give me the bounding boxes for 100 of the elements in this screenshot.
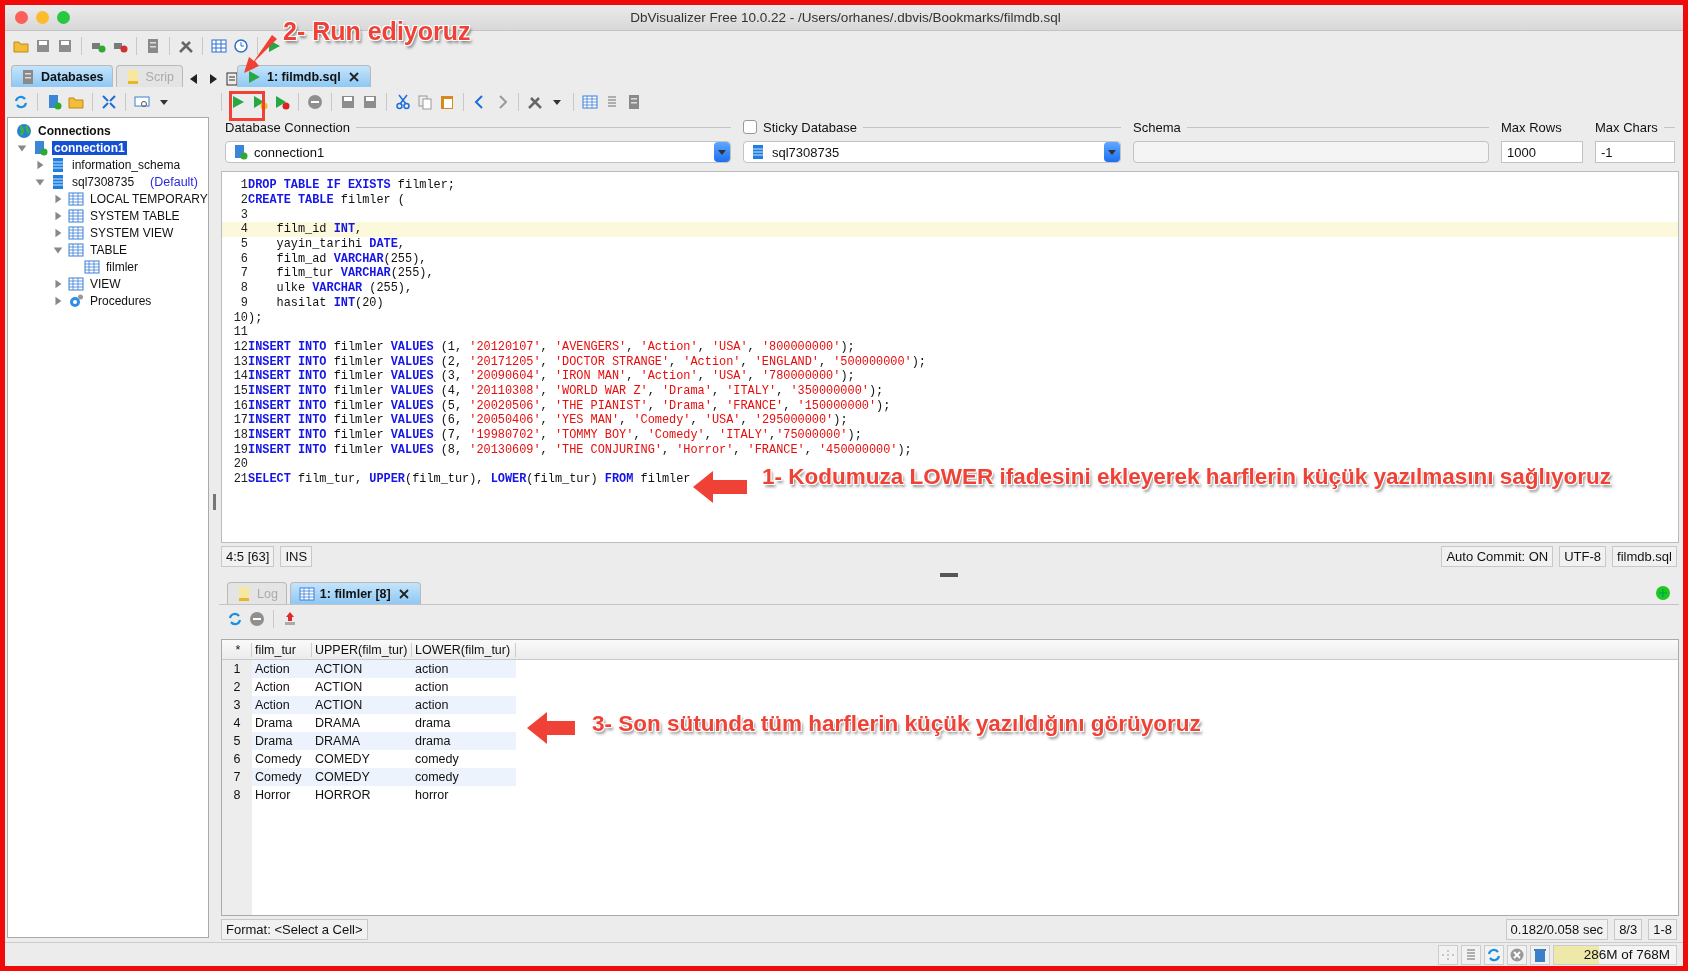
clock-icon[interactable] — [233, 38, 249, 54]
code-line: CREATE TABLE filmler ( — [248, 193, 405, 208]
database-icon[interactable] — [232, 144, 248, 160]
row-number: 5 — [232, 734, 242, 748]
panel-tab[interactable]: Databases — [11, 65, 113, 87]
tree-item[interactable]: LOCAL TEMPORARY — [88, 191, 210, 206]
editor-tab[interactable]: 1: filmdb.sql — [237, 65, 371, 87]
code-line: yayin_tarihi DATE, — [275, 237, 405, 252]
max-rows-field[interactable]: 1000 — [1501, 141, 1583, 163]
field-label: Max Chars — [1595, 119, 1658, 135]
tree-item[interactable]: TABLE — [88, 242, 130, 257]
result-tab[interactable]: 1: filmler [8] — [289, 582, 421, 604]
filter-icon[interactable] — [134, 94, 150, 110]
line-number: 13 — [232, 354, 248, 369]
save-icon[interactable] — [35, 38, 51, 54]
tree-item[interactable]: information_schema — [70, 157, 183, 172]
line-number: 12 — [232, 339, 248, 354]
play-icon[interactable] — [246, 68, 262, 85]
sql-editor[interactable] — [221, 171, 1679, 543]
expander-icon[interactable] — [52, 226, 64, 239]
table-cell: Action — [252, 696, 312, 714]
expander-icon[interactable] — [52, 192, 64, 205]
play-dot-icon[interactable] — [274, 94, 290, 110]
database-icon[interactable] — [32, 139, 48, 156]
globe-icon[interactable] — [16, 122, 32, 139]
table-cell: ACTION — [312, 660, 412, 678]
expander-icon[interactable] — [52, 209, 64, 222]
save-icon[interactable] — [57, 38, 73, 54]
table-cell: action — [412, 660, 516, 678]
refresh-icon[interactable] — [1486, 946, 1502, 963]
play-dot-icon[interactable] — [252, 94, 268, 110]
database-icon[interactable] — [50, 173, 66, 190]
play-icon[interactable] — [230, 94, 246, 110]
field-label: Schema — [1133, 119, 1181, 135]
database-icon[interactable] — [750, 144, 766, 160]
catalog-select[interactable]: sql7308735 — [743, 141, 1121, 163]
table-icon[interactable] — [298, 585, 315, 602]
stop-icon[interactable] — [249, 611, 265, 627]
highlight-frame — [229, 91, 265, 121]
code-line: INSERT INTO filmler VALUES (3, '20090604', 'IRON MAN', 'Action', 'USA', '780000000'); — [248, 369, 855, 384]
tree-item[interactable]: SYSTEM VIEW — [88, 225, 176, 240]
expander-icon[interactable] — [34, 158, 46, 171]
copy-icon[interactable] — [417, 94, 433, 110]
folder-icon[interactable] — [13, 38, 29, 54]
scissors-icon[interactable] — [395, 94, 411, 110]
expander-icon[interactable] — [52, 294, 64, 307]
database-icon[interactable] — [46, 94, 62, 110]
column-header[interactable]: film_tur — [252, 642, 312, 657]
trash-icon[interactable] — [1532, 946, 1548, 963]
tools-icon[interactable] — [178, 38, 194, 54]
tree-root[interactable]: Connections — [36, 123, 113, 138]
table-icon[interactable] — [68, 190, 84, 207]
column-header[interactable]: LOWER(film_tur) — [412, 642, 516, 657]
code-line: hasilat INT(20) — [275, 295, 384, 310]
cursor-position: 4:5 [63] — [221, 545, 275, 567]
callout-arrow — [693, 471, 749, 503]
stop-icon[interactable] — [307, 94, 323, 110]
tree-item[interactable]: Procedures — [88, 293, 154, 308]
clipboard-icon[interactable] — [439, 94, 455, 110]
table-cell: DRAMA — [312, 732, 412, 750]
server-icon[interactable] — [20, 68, 36, 85]
table-cell: Comedy — [252, 768, 312, 786]
window-close-button[interactable] — [15, 11, 28, 24]
column-header: * — [222, 642, 252, 657]
refresh-icon[interactable] — [227, 611, 243, 627]
database-icon[interactable] — [50, 156, 66, 173]
server-icon[interactable] — [145, 38, 161, 54]
tree-item[interactable]: sql7308735 — [70, 174, 137, 189]
tree-item[interactable]: VIEW — [88, 276, 123, 291]
table-icon[interactable] — [68, 241, 84, 258]
window-zoom-button[interactable] — [57, 11, 70, 24]
table-cell: Action — [252, 660, 312, 678]
tools-icon[interactable] — [527, 94, 543, 110]
auto-commit-status: Auto Commit: ON — [1441, 545, 1554, 567]
expander-icon[interactable] — [52, 277, 64, 290]
server-icon[interactable] — [626, 94, 642, 110]
tree-item[interactable]: SYSTEM TABLE — [88, 208, 182, 223]
folder-icon[interactable] — [68, 94, 84, 110]
sticky-checkbox[interactable] — [743, 120, 757, 134]
table-icon[interactable] — [84, 258, 100, 275]
table-cell: Drama — [252, 732, 312, 750]
column-header[interactable]: UPPER(film_tur) — [312, 642, 412, 657]
annotation-text: 1- Kodumuza LOWER ifadesini ekleyerek harflerin küçük yazılmasını sağlıyoruz — [762, 464, 1611, 490]
refresh-icon[interactable] — [13, 94, 29, 110]
tree-item[interactable]: connection1 — [52, 140, 127, 155]
max-chars-field[interactable]: -1 — [1595, 141, 1675, 163]
plus-icon[interactable] — [1655, 584, 1671, 601]
field-label: Database Connection — [225, 119, 351, 135]
table-icon[interactable] — [68, 224, 84, 241]
save-icon[interactable] — [340, 94, 356, 110]
calendar-icon[interactable] — [211, 38, 227, 54]
table-icon[interactable] — [68, 275, 84, 292]
code-line: DROP TABLE IF EXISTS filmler; — [248, 178, 455, 193]
upload-icon[interactable] — [282, 611, 298, 627]
connection-select[interactable]: connection1 — [225, 141, 731, 163]
save-icon[interactable] — [362, 94, 378, 110]
tree-item[interactable]: filmler — [104, 259, 140, 274]
row-number: 6 — [232, 752, 242, 766]
table-icon[interactable] — [68, 207, 84, 224]
timing-status: 0.182/0.058 sec — [1505, 918, 1609, 940]
